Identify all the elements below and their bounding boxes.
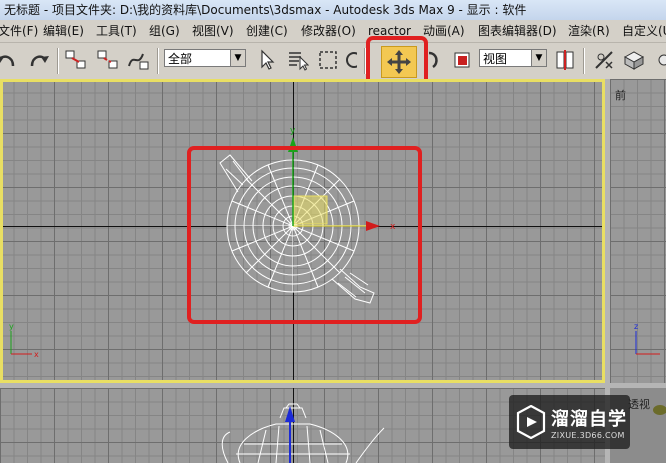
- viewport-front[interactable]: 前 z: [610, 79, 666, 383]
- toolbar-separator: [364, 48, 366, 74]
- select-and-manipulate-icon[interactable]: [592, 48, 616, 72]
- unlink-selection-icon[interactable]: [96, 48, 120, 72]
- keyboard-shortcut-override-icon[interactable]: [622, 48, 646, 72]
- toolbar-separator: [157, 48, 159, 74]
- menu-group[interactable]: 组(G): [149, 20, 180, 42]
- view-axis-tripod: z: [634, 322, 660, 355]
- viewport-label-perspective[interactable]: 透视: [628, 396, 650, 412]
- watermark-name: 溜溜自学: [551, 409, 627, 430]
- menu-rendering[interactable]: 渲染(R): [568, 20, 610, 42]
- move-arrows-icon: [387, 50, 411, 74]
- selection-filter-value: 全部: [168, 52, 193, 66]
- zixue-logo-icon: [516, 405, 546, 439]
- svg-text:z: z: [634, 322, 638, 331]
- undo-icon[interactable]: [0, 48, 18, 72]
- menu-edit[interactable]: 编辑(E): [43, 20, 84, 42]
- menu-views[interactable]: 视图(V): [192, 20, 234, 42]
- toolbar-separator: [57, 48, 59, 74]
- redo-icon[interactable]: [27, 48, 51, 72]
- bind-to-space-warp-icon[interactable]: [126, 48, 150, 72]
- use-pivot-point-center-icon[interactable]: [553, 48, 577, 72]
- title-bar: 无标题 - 项目文件夹: D:\我的资料库\Documents\3dsmax -…: [0, 0, 666, 20]
- menu-create[interactable]: 创建(C): [246, 20, 288, 42]
- reference-coordinate-dropdown[interactable]: 视图 ▼: [479, 49, 547, 67]
- active-viewport-border: [0, 79, 605, 383]
- menu-bar: 文件(F) 编辑(E) 工具(T) 组(G) 视图(V) 创建(C) 修改器(O…: [0, 20, 666, 43]
- select-and-rotate-icon[interactable]: [422, 48, 446, 72]
- menu-customize[interactable]: 自定义(U: [622, 20, 666, 42]
- menu-tools[interactable]: 工具(T): [96, 20, 137, 42]
- watermark-url: ZIXUE.3D66.COM: [551, 431, 625, 440]
- select-and-link-icon[interactable]: [64, 48, 88, 72]
- selection-filter-dropdown[interactable]: 全部 ▼: [164, 49, 246, 67]
- watermark-overlay: 溜溜自学 ZIXUE.3D66.COM: [509, 395, 630, 449]
- select-and-move-button[interactable]: [381, 46, 417, 78]
- chevron-down-icon: ▼: [531, 50, 546, 66]
- chevron-down-icon: ▼: [230, 50, 245, 66]
- main-toolbar: 全部 ▼ 视图 ▼: [0, 43, 666, 80]
- rectangular-selection-region-icon[interactable]: [316, 48, 340, 72]
- select-and-scale-icon[interactable]: [450, 48, 474, 72]
- menu-modifiers[interactable]: 修改器(O): [301, 20, 356, 42]
- window-crossing-icon[interactable]: [344, 48, 358, 72]
- menu-file[interactable]: 文件(F): [0, 20, 38, 42]
- reference-coordinate-value: 视图: [483, 52, 508, 66]
- menu-animation[interactable]: 动画(A): [423, 20, 465, 42]
- select-by-name-icon[interactable]: [286, 48, 310, 72]
- window-title: 无标题 - 项目文件夹: D:\我的资料库\Documents\3dsmax -…: [4, 3, 527, 17]
- toolbar-overflow-icon[interactable]: [652, 48, 666, 72]
- select-object-icon[interactable]: [256, 48, 280, 72]
- teapot-shaded-preview: [653, 405, 666, 415]
- menu-reactor[interactable]: reactor: [368, 20, 411, 42]
- toolbar-separator: [583, 48, 585, 74]
- menu-graph-editors[interactable]: 图表编辑器(D): [478, 20, 557, 42]
